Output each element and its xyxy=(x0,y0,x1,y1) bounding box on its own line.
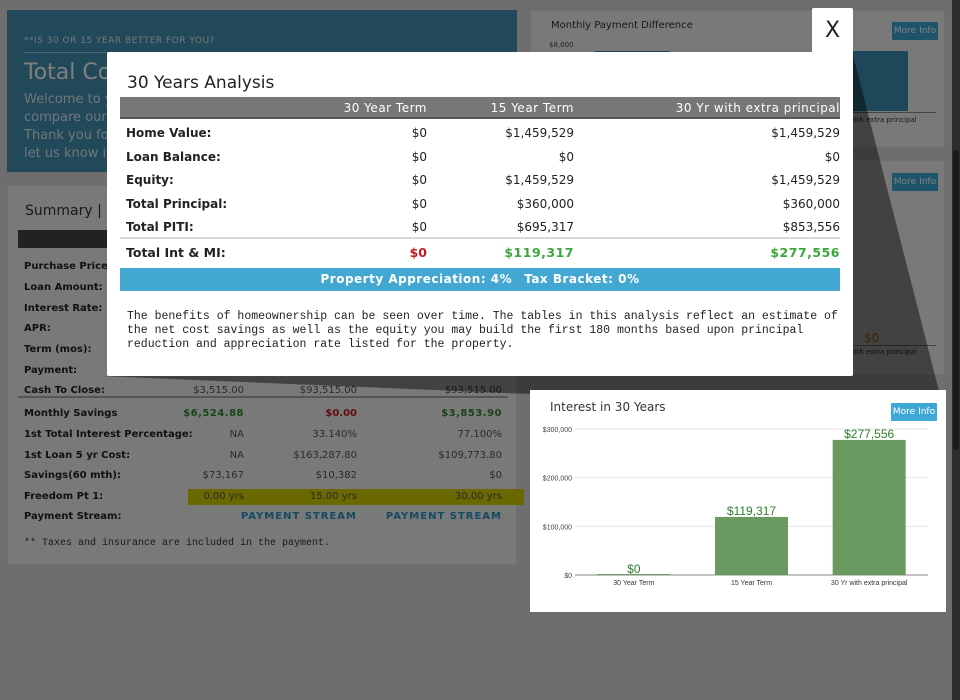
cell: $360,000 xyxy=(782,196,840,211)
analysis-description: The benefits of homeownership can be see… xyxy=(127,310,838,351)
modal-title: 30 Years Analysis xyxy=(127,73,275,93)
cell: $0 xyxy=(558,149,574,164)
cell: $1,459,529 xyxy=(771,126,840,140)
data-label: $119,317 xyxy=(727,504,776,518)
cell: $0 xyxy=(411,196,427,211)
x-tick-label: 30 Year Term xyxy=(613,580,654,587)
data-label: $0 xyxy=(627,562,641,576)
property-appreciation: Property Appreciation: 4% xyxy=(320,272,513,286)
table-row: Home Value: $0 $1,459,529 $1,459,529 xyxy=(120,126,840,148)
column-header: 30 Year Term xyxy=(343,101,427,115)
total-row: Total Int & MI: $0 $119,317 $277,556 xyxy=(120,245,840,267)
analysis-modal: 30 Years Analysis 30 Year Term 15 Year T… xyxy=(107,52,853,376)
cell: $0 xyxy=(411,173,427,187)
table-row: Loan Balance: $0 $0 $0 xyxy=(120,150,840,172)
cell: $1,459,529 xyxy=(505,126,574,140)
cell: $0 xyxy=(411,126,427,140)
table-row: Equity: $0 $1,459,529 $1,459,529 xyxy=(120,173,840,195)
x-tick-label: 30 Yr with extra principal xyxy=(831,580,908,587)
y-tick-label: $300,000 xyxy=(543,427,572,434)
cell: $0 xyxy=(411,149,427,164)
interest-chart-panel: Interest in 30 Years More Info $0 $100,00… xyxy=(530,390,946,612)
close-button[interactable]: X xyxy=(812,8,853,53)
column-header: 15 Year Term xyxy=(490,101,574,115)
cell: $1,459,529 xyxy=(505,173,574,187)
cell: $360,000 xyxy=(516,196,574,211)
cell: $853,556 xyxy=(782,220,840,234)
cell: $0 xyxy=(824,149,840,164)
bar xyxy=(832,439,906,575)
cell: $0 xyxy=(409,245,427,260)
data-label: $277,556 xyxy=(844,427,894,441)
x-tick-label: 15 Year Term xyxy=(731,580,772,587)
tax-bracket: Tax Bracket: 0% xyxy=(524,272,640,286)
table-header: 30 Year Term 15 Year Term 30 Yr with ext… xyxy=(120,97,840,119)
cell: $119,317 xyxy=(504,245,574,260)
divider xyxy=(120,237,840,239)
y-tick-label: $0 xyxy=(564,573,572,580)
appreciation-band: Property Appreciation: 4% Tax Bracket: 0% xyxy=(120,268,840,291)
y-tick-label: $200,000 xyxy=(543,476,572,483)
y-tick-label: $100,000 xyxy=(543,524,572,531)
cell: $0 xyxy=(411,220,427,234)
bar xyxy=(715,516,788,575)
interest-bar-chart: $0 $100,000 $200,000 $300,000 $0 30 Year Term… xyxy=(543,427,928,587)
column-header: 30 Yr with extra principal xyxy=(675,101,840,115)
cell: $695,317 xyxy=(516,220,574,234)
cell: $277,556 xyxy=(770,245,840,260)
table-row: Total Principal: $0 $360,000 $360,000 xyxy=(120,197,840,219)
cell: $1,459,529 xyxy=(771,173,840,187)
